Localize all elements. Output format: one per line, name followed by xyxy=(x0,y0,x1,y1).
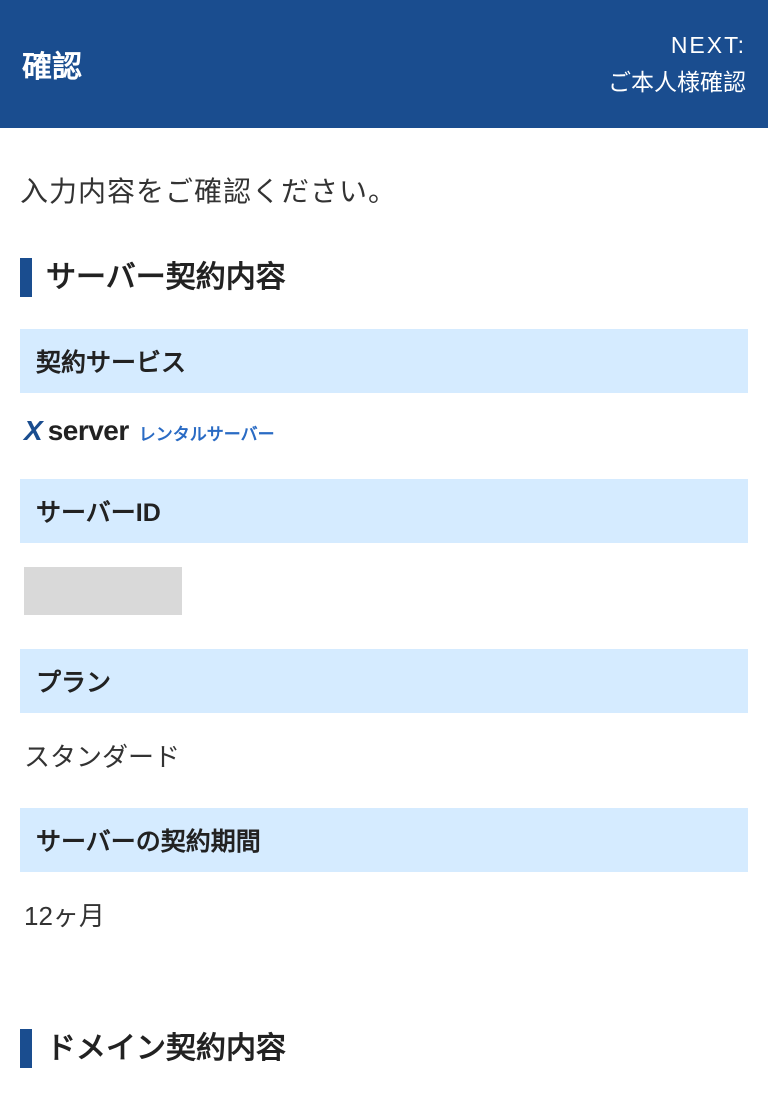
header-next: NEXT: ご本人様確認 xyxy=(608,27,746,101)
xserver-logo: Xserver レンタルサーバー xyxy=(20,393,748,479)
xserver-logo-x: X xyxy=(24,415,42,447)
xserver-logo-subtext: レンタルサーバー xyxy=(139,420,275,445)
content-area: 入力内容をご確認ください。 サーバー契約内容 契約サービス Xserver レン… xyxy=(0,128,768,1120)
confirmation-instruction: 入力内容をご確認ください。 xyxy=(20,170,748,210)
next-label: NEXT: xyxy=(608,27,746,64)
header-title: 確認 xyxy=(22,42,82,86)
server-id-value-redacted xyxy=(24,567,182,615)
plan-value: スタンダード xyxy=(20,713,748,808)
field-label-service: 契約サービス xyxy=(20,329,748,393)
field-label-plan: プラン xyxy=(20,649,748,713)
page-header: 確認 NEXT: ご本人様確認 xyxy=(0,0,768,128)
next-step-value: ご本人様確認 xyxy=(608,64,746,101)
xserver-logo-server: server xyxy=(48,415,129,447)
field-label-term: サーバーの契約期間 xyxy=(20,808,748,872)
term-value: 12ヶ月 xyxy=(20,872,748,967)
section-title-server: サーバー契約内容 xyxy=(20,258,748,297)
field-label-server-id: サーバーID xyxy=(20,479,748,543)
section-title-domain: ドメイン契約内容 xyxy=(20,1029,748,1068)
